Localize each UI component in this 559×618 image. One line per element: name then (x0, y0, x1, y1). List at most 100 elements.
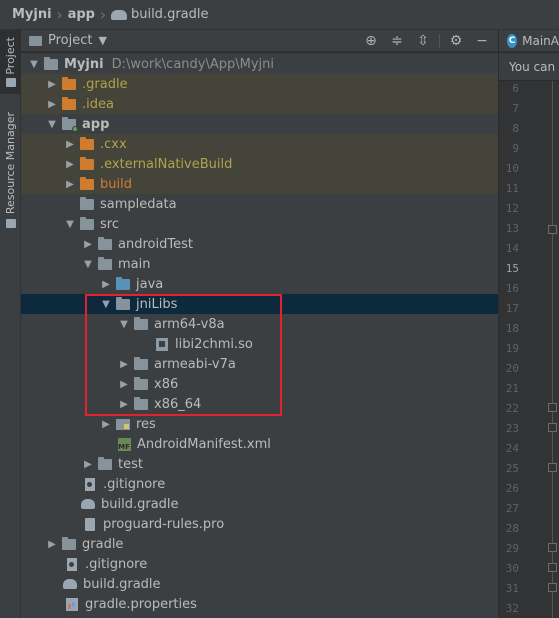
project-tree: ▼ Myjni D:\work\candy\App\Myjni ▶ .gradl… (21, 53, 498, 618)
tree-row-root[interactable]: ▼ Myjni D:\work\candy\App\Myjni (21, 54, 498, 74)
gutter-separator (552, 81, 553, 618)
tree-row-proguard[interactable]: proguard-rules.pro (21, 514, 498, 534)
tree-row-src[interactable]: ▼ src (21, 214, 498, 234)
fold-marker-icon[interactable] (548, 423, 557, 432)
gradle-icon (81, 498, 95, 510)
chevron-down-icon[interactable]: ▼ (117, 314, 131, 334)
chevron-right-icon[interactable]: ▶ (81, 234, 95, 254)
chevron-right-icon[interactable]: ▶ (81, 454, 95, 474)
chevron-right-icon[interactable]: ▶ (117, 394, 131, 414)
tree-row-app-gitignore[interactable]: .gitignore (21, 474, 498, 494)
class-icon: C (507, 33, 518, 48)
tree-label-gradle-dir: .gradle (82, 76, 128, 92)
tree-row-test[interactable]: ▶ test (21, 454, 498, 474)
line-number: 8 (512, 122, 519, 135)
chevron-down-icon[interactable]: ▼ (99, 294, 113, 314)
folder-icon (80, 176, 94, 190)
line-number: 13 (505, 222, 519, 235)
line-number: 22 (505, 402, 519, 415)
breadcrumb-project[interactable]: Myjni (12, 7, 52, 22)
breadcrumb-file[interactable]: build.gradle (110, 7, 209, 22)
fold-marker-icon[interactable] (548, 403, 557, 412)
tree-label-external-native-build: .externalNativeBuild (100, 156, 233, 172)
editor-notification-banner: You can (499, 53, 559, 81)
tree-label-armeabi: armeabi-v7a (154, 356, 236, 372)
tree-row-res[interactable]: ▶ res (21, 414, 498, 434)
expand-all-icon[interactable]: ≑ (387, 31, 407, 51)
breadcrumb-module[interactable]: app (68, 7, 95, 22)
tree-row-android-test[interactable]: ▶ androidTest (21, 234, 498, 254)
tree-label-main: main (118, 256, 151, 272)
tree-row-root-gitignore[interactable]: .gitignore (21, 554, 498, 574)
tree-row-gradle-dir[interactable]: ▶ .gradle (21, 74, 498, 94)
chevron-right-icon[interactable]: ▶ (99, 274, 113, 294)
locate-file-icon[interactable]: ⊕ (361, 31, 381, 51)
tree-label-x86: x86 (154, 376, 179, 392)
project-tool-tab[interactable]: Project (0, 30, 21, 94)
tree-row-manifest[interactable]: MF AndroidManifest.xml (21, 434, 498, 454)
fold-marker-icon[interactable] (548, 225, 557, 234)
folder-icon (44, 56, 58, 70)
tree-label-arm64: arm64-v8a (154, 316, 225, 332)
project-view-selector[interactable]: Project ▼ (21, 33, 107, 48)
gear-icon[interactable]: ⚙ (446, 31, 466, 51)
tree-row-java[interactable]: ▶ java (21, 274, 498, 294)
tree-label-sampledata: sampledata (100, 196, 177, 212)
folder-icon (62, 96, 76, 110)
toolbar-divider (439, 33, 440, 48)
fold-marker-icon[interactable] (548, 583, 557, 592)
chevron-down-icon[interactable]: ▼ (63, 214, 77, 234)
tree-row-gradle-properties[interactable]: gradle.properties (21, 594, 498, 614)
manifest-icon: MF (117, 437, 131, 451)
chevron-right-icon[interactable]: ▶ (99, 414, 113, 434)
chevron-right-icon[interactable]: ▶ (63, 154, 77, 174)
chevron-down-icon[interactable]: ▼ (27, 54, 41, 74)
tree-row-so-file[interactable]: libi2chmi.so (21, 334, 498, 354)
tree-row-app-build-gradle[interactable]: build.gradle (21, 494, 498, 514)
tree-row-external-native-build[interactable]: ▶ .externalNativeBuild (21, 154, 498, 174)
tree-label-root-gitignore: .gitignore (85, 556, 148, 572)
fold-marker-icon[interactable] (548, 463, 557, 472)
fold-marker-icon[interactable] (548, 563, 557, 572)
tree-row-main[interactable]: ▼ main (21, 254, 498, 274)
line-number: 31 (505, 582, 519, 595)
tree-row-gradle[interactable]: ▶ gradle (21, 534, 498, 554)
tree-row-sampledata[interactable]: sampledata (21, 194, 498, 214)
chevron-right-icon[interactable]: ▶ (117, 354, 131, 374)
tree-row-x86[interactable]: ▶ x86 (21, 374, 498, 394)
collapse-all-icon[interactable]: ⇳ (413, 31, 433, 51)
chevron-right-icon[interactable]: ▶ (63, 134, 77, 154)
tree-row-armeabi[interactable]: ▶ armeabi-v7a (21, 354, 498, 374)
tree-label-root-build-gradle: build.gradle (83, 576, 161, 592)
tree-row-arm64[interactable]: ▼ arm64-v8a (21, 314, 498, 334)
chevron-down-icon: ▼ (98, 34, 107, 47)
fold-marker-icon[interactable] (548, 543, 557, 552)
tree-row-x86-64[interactable]: ▶ x86_64 (21, 394, 498, 414)
line-number: 12 (505, 202, 519, 215)
chevron-right-icon[interactable]: ▶ (45, 534, 59, 554)
editor-tab-main-activity[interactable]: C MainA (499, 30, 559, 52)
tree-row-cxx[interactable]: ▶ .cxx (21, 134, 498, 154)
chevron-right-icon[interactable]: ▶ (45, 94, 59, 114)
line-number: 24 (505, 442, 519, 455)
chevron-right-icon[interactable]: ▶ (45, 74, 59, 94)
chevron-down-icon[interactable]: ▼ (81, 254, 95, 274)
tree-row-idea-dir[interactable]: ▶ .idea (21, 94, 498, 114)
line-number: 30 (505, 562, 519, 575)
tree-row-build[interactable]: ▶ build (21, 174, 498, 194)
chevron-right-icon[interactable]: ▶ (117, 374, 131, 394)
resource-manager-tab[interactable]: Resource Manager (0, 110, 21, 230)
tree-root-path: D:\work\candy\App\Myjni (111, 56, 275, 72)
chevron-down-icon[interactable]: ▼ (45, 114, 59, 134)
folder-icon (62, 536, 76, 550)
tree-row-root-build-gradle[interactable]: build.gradle (21, 574, 498, 594)
properties-file-icon (65, 597, 79, 611)
tree-label-cxx: .cxx (100, 136, 127, 152)
tree-row-app[interactable]: ▼ app (21, 114, 498, 134)
tree-row-jnilibs[interactable]: ▼ jniLibs (21, 294, 498, 314)
chevron-right-icon[interactable]: ▶ (63, 174, 77, 194)
folder-icon (98, 456, 112, 470)
hide-panel-icon[interactable]: − (472, 31, 492, 51)
line-number: 20 (505, 362, 519, 375)
tree-label-android-test: androidTest (118, 236, 193, 252)
